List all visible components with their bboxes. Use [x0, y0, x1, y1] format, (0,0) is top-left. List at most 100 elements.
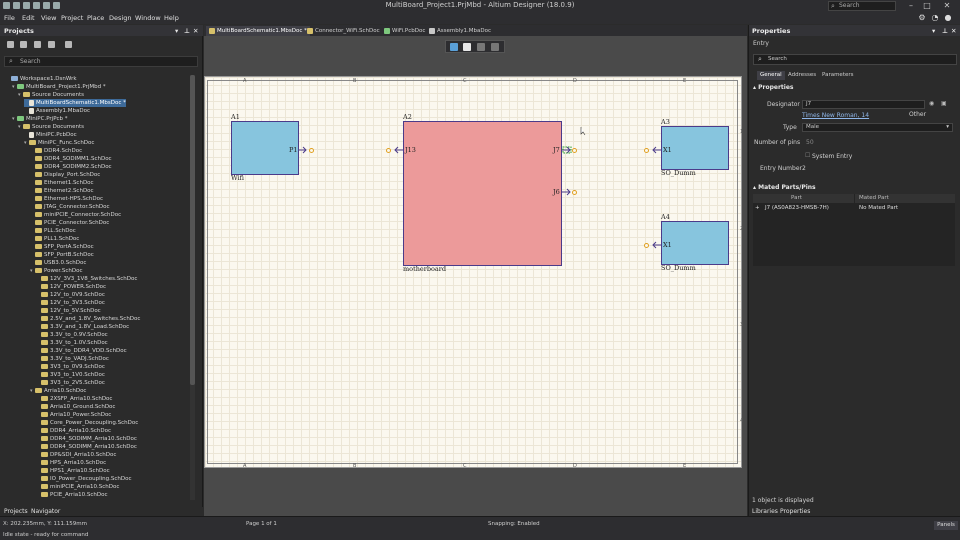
filter-icon[interactable]: [450, 43, 458, 51]
tree-item[interactable]: IO_Power_Decoupling.SchDoc: [36, 475, 131, 483]
port-a4-x1-junction[interactable]: [644, 243, 649, 248]
tree-item[interactable]: DDR4_SODIMM2.SchDoc: [30, 163, 112, 171]
open-folder-icon[interactable]: [34, 41, 41, 48]
port-j6-junction[interactable]: [572, 190, 577, 195]
tree-item[interactable]: 2XSFP_Arria10.SchDoc: [36, 395, 112, 403]
panel-menu-icon[interactable]: ▾: [932, 27, 935, 35]
tree-item[interactable]: ▾ Arria10.SchDoc: [30, 387, 86, 395]
maximize-button[interactable]: □: [920, 0, 934, 12]
panel-menu-icon[interactable]: ▾: [175, 27, 178, 35]
project-options-icon[interactable]: [48, 41, 55, 48]
menu-project[interactable]: Project: [61, 14, 83, 22]
schematic-sheet[interactable]: A B C D E A B C D E 1 2 3 4 A1 Wifi P1 A…: [204, 76, 743, 469]
properties-section-header[interactable]: ▴ Properties: [753, 84, 793, 91]
panels-button[interactable]: Panels: [934, 521, 958, 530]
close-button[interactable]: ✕: [940, 0, 954, 12]
tree-item[interactable]: 3V3_to_0V9.SchDoc: [36, 363, 105, 371]
tree-item[interactable]: 3V3_to_1V0.SchDoc: [36, 371, 105, 379]
tree-item[interactable]: 3V3_to_2V5.SchDoc: [36, 379, 105, 387]
mated-section-header[interactable]: ▴ Mated Parts/Pins: [753, 184, 816, 191]
tree-item[interactable]: PCIE_Arria10.SchDoc: [36, 491, 107, 499]
visibility-eye-icon[interactable]: ◉: [929, 100, 934, 107]
tree-item[interactable]: ▾ MultiBoard_Project1.PrjMbd *: [12, 83, 106, 91]
tree-item[interactable]: Display_Port.SchDoc: [30, 171, 100, 179]
tree-item[interactable]: Ethernet2.SchDoc: [30, 187, 94, 195]
tree-item[interactable]: Ethernet1.SchDoc: [30, 179, 94, 187]
port-j13-junction[interactable]: [386, 148, 391, 153]
menu-edit[interactable]: Edit: [22, 14, 35, 22]
tree-item[interactable]: Arria10_Ground.SchDoc: [36, 403, 115, 411]
tree-item[interactable]: 12V_to_5V.SchDoc: [36, 307, 101, 315]
tree-item[interactable]: PCIE_Connector.SchDoc: [30, 219, 109, 227]
tree-item[interactable]: MultiBoardSchematic1.MbsDoc *: [24, 99, 126, 107]
tree-item[interactable]: 3.3V_to_0.9V.SchDoc: [36, 331, 108, 339]
notifications-icon[interactable]: ◔: [931, 14, 939, 22]
tree-item[interactable]: PLL1.SchDoc: [30, 235, 79, 243]
tree-item[interactable]: SFP_PortA.SchDoc: [30, 243, 94, 251]
tree-item[interactable]: 12V_to_3V3.SchDoc: [36, 299, 105, 307]
tab-libraries[interactable]: Libraries: [752, 508, 778, 515]
tree-item[interactable]: ▾ MiniPC.PrjPcb *: [12, 115, 68, 123]
tab-properties[interactable]: Properties: [780, 508, 810, 515]
minimize-button[interactable]: –: [904, 0, 918, 12]
panel-pin-icon[interactable]: ⊥: [184, 27, 190, 35]
tree-item[interactable]: 3.3V_to_VADJ.SchDoc: [36, 355, 109, 363]
tree-item[interactable]: 2.5V_and_1.8V_Switches.SchDoc: [36, 315, 140, 323]
settings-gear-icon[interactable]: ⚙: [918, 14, 926, 22]
tree-item[interactable]: USB3.0.SchDoc: [30, 259, 86, 267]
mated-header-part[interactable]: Part: [753, 194, 854, 203]
tree-item[interactable]: 12V_3V3_1V8_Switches.SchDoc: [36, 275, 137, 283]
menu-place[interactable]: Place: [87, 14, 104, 22]
tab-addresses[interactable]: Addresses: [785, 71, 819, 80]
tree-item[interactable]: 12V_to_0V9.SchDoc: [36, 291, 105, 299]
tree-item[interactable]: DDR4_SODIMM_Arria10.SchDoc: [36, 435, 137, 443]
user-account-icon[interactable]: ●: [944, 14, 952, 22]
tree-item[interactable]: Arria10_Power.SchDoc: [36, 411, 111, 419]
harness-icon[interactable]: [491, 43, 499, 51]
tree-item[interactable]: ▾ Source Documents: [18, 123, 84, 131]
type-select[interactable]: Male ▾: [802, 123, 953, 132]
tree-item[interactable]: DDR4_SODIMM_Arria10.SchDoc: [36, 443, 137, 451]
properties-search-input[interactable]: ⌕ Search: [753, 54, 957, 65]
expand-row-icon[interactable]: +: [755, 204, 760, 212]
global-search-input[interactable]: ⌕ Search: [828, 1, 896, 11]
font-link[interactable]: Times New Roman, 14: [802, 112, 869, 119]
menu-window[interactable]: Window: [135, 14, 161, 22]
tree-item[interactable]: DP&SDI_Arria10.SchDoc: [36, 451, 116, 459]
menu-design[interactable]: Design: [109, 14, 131, 22]
tab-parameters[interactable]: Parameters: [819, 71, 856, 80]
compile-icon[interactable]: [20, 41, 27, 48]
tree-item[interactable]: HPS1_Arria10.SchDoc: [36, 467, 110, 475]
tree-item[interactable]: JTAG_Connector.SchDoc: [30, 203, 109, 211]
tree-item[interactable]: 12V_POWER.SchDoc: [36, 283, 106, 291]
panel-close-icon[interactable]: ✕: [193, 27, 198, 35]
tree-item[interactable]: ▾ MiniPC_Func.SchDoc: [24, 139, 94, 147]
port-p1-junction[interactable]: [309, 148, 314, 153]
menu-help[interactable]: Help: [164, 14, 179, 22]
system-entry-checkbox[interactable]: ☐: [805, 152, 810, 159]
mated-row-part[interactable]: J7 (AS0A823-HMSB-7H): [765, 204, 829, 212]
tab-navigator[interactable]: Navigator: [31, 508, 60, 515]
lock-icon[interactable]: ▣: [941, 100, 947, 107]
project-tree-scrollbar[interactable]: [190, 75, 195, 500]
tree-item[interactable]: DDR4_Arria10.SchDoc: [36, 427, 111, 435]
select-icon[interactable]: [463, 43, 471, 51]
port-j7-junction[interactable]: [572, 148, 577, 153]
panel-close-icon[interactable]: ✕: [951, 27, 956, 35]
tree-item[interactable]: DDR4.SchDoc: [30, 147, 82, 155]
panel-pin-icon[interactable]: ⊥: [942, 27, 948, 35]
tree-item[interactable]: HPS_Arria10.SchDoc: [36, 459, 106, 467]
tree-item[interactable]: ▾ Power.SchDoc: [30, 267, 83, 275]
tree-item[interactable]: SFP_PortB.SchDoc: [30, 251, 94, 259]
tree-item[interactable]: Assembly1.MbaDoc: [24, 107, 90, 115]
tree-item[interactable]: Core_Power_Decoupling.SchDoc: [36, 419, 138, 427]
port-a3-x1-junction[interactable]: [644, 148, 649, 153]
tree-item[interactable]: MiniPC.PcbDoc: [24, 131, 77, 139]
projects-search-input[interactable]: ⌕ Search: [4, 56, 198, 67]
menu-view[interactable]: View: [41, 14, 56, 22]
scrollbar-thumb[interactable]: [190, 75, 195, 385]
tree-item[interactable]: 3.3V_and_1.8V_Load.SchDoc: [36, 323, 129, 331]
save-project-icon[interactable]: [7, 41, 14, 48]
tab-projects[interactable]: Projects: [4, 508, 28, 515]
tab-multiboard-schematic[interactable]: MultiBoardSchematic1.MbsDoc *: [206, 26, 310, 36]
